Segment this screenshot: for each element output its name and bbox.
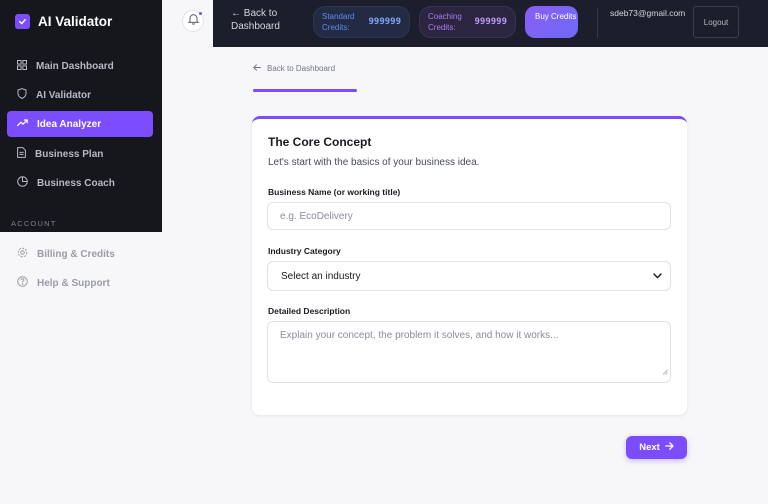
detailed-description-label: Detailed Description bbox=[268, 306, 351, 316]
sidebar-item-billing[interactable]: Billing & Credits bbox=[7, 241, 153, 267]
help-circle-icon bbox=[17, 276, 28, 290]
arrow-left-icon bbox=[253, 64, 261, 73]
sidebar-item-idea-analyzer[interactable]: Idea Analyzer bbox=[7, 111, 153, 137]
standard-credits-label: Standard Credits: bbox=[322, 12, 355, 32]
step-progress-bar bbox=[253, 89, 357, 92]
user-email: sdeb73@gmail.com bbox=[610, 8, 686, 18]
gear-icon bbox=[17, 247, 28, 261]
card-title: The Core Concept bbox=[268, 135, 372, 149]
pie-chart-icon bbox=[17, 176, 28, 190]
sidebar-item-label: Main Dashboard bbox=[36, 60, 114, 72]
standard-credits-badge: Standard Credits: 999999 bbox=[313, 6, 410, 38]
sidebar-item-business-coach[interactable]: Business Coach bbox=[7, 170, 153, 196]
sidebar-item-help[interactable]: Help & Support bbox=[7, 270, 153, 296]
back-link-label: Back to Dashboard bbox=[267, 64, 336, 73]
resize-grip-icon[interactable] bbox=[662, 362, 668, 380]
arrow-right-icon bbox=[664, 442, 674, 453]
sidebar-item-business-plan[interactable]: Business Plan bbox=[7, 141, 153, 167]
grid-icon bbox=[17, 59, 27, 73]
coaching-credits-value: 999999 bbox=[474, 17, 507, 27]
sidebar-item-label: Business Plan bbox=[35, 148, 104, 160]
logout-button[interactable]: Logout bbox=[693, 6, 739, 38]
sidebar-item-label: Idea Analyzer bbox=[37, 118, 102, 130]
sidebar-item-label: Billing & Credits bbox=[37, 248, 115, 260]
standard-credits-value: 999999 bbox=[368, 17, 401, 27]
next-button[interactable]: Next bbox=[626, 436, 687, 459]
sidebar: AI Validator Main Dashboard AI Validator… bbox=[0, 0, 162, 232]
top-bar: ← Back to Dashboard Standard Credits: 99… bbox=[213, 0, 768, 47]
trending-up-icon bbox=[17, 118, 28, 130]
description-textarea[interactable] bbox=[267, 321, 671, 383]
business-name-label: Business Name (or working title) bbox=[268, 187, 401, 197]
app-logo[interactable]: AI Validator bbox=[15, 14, 112, 29]
bell-icon bbox=[187, 12, 199, 30]
shield-icon bbox=[17, 88, 27, 102]
notification-dot bbox=[199, 12, 202, 15]
coaching-credits-label: Coaching Credits: bbox=[428, 12, 462, 32]
back-to-dashboard-top[interactable]: ← Back to Dashboard bbox=[231, 7, 295, 33]
industry-select[interactable]: Select an industry bbox=[267, 261, 671, 291]
next-label: Next bbox=[639, 442, 660, 453]
business-name-input[interactable] bbox=[267, 202, 671, 230]
buy-credits-button[interactable]: Buy Credits bbox=[525, 6, 578, 38]
card-subtitle: Let's start with the basics of your busi… bbox=[268, 157, 480, 168]
sidebar-item-ai-validator[interactable]: AI Validator bbox=[7, 82, 153, 108]
back-to-dashboard-link[interactable]: Back to Dashboard bbox=[253, 64, 335, 73]
section-label-account: ACCOUNT bbox=[11, 219, 57, 228]
sidebar-item-label: AI Validator bbox=[36, 89, 92, 101]
coaching-credits-badge: Coaching Credits: 999999 bbox=[419, 6, 516, 38]
check-icon bbox=[15, 14, 30, 29]
industry-select-value: Select an industry bbox=[281, 270, 361, 282]
topbar-divider bbox=[597, 8, 598, 38]
industry-category-label: Industry Category bbox=[268, 246, 341, 256]
core-concept-card: The Core Concept Let's start with the ba… bbox=[252, 116, 687, 415]
description-wrapper bbox=[267, 321, 671, 383]
chevron-down-icon bbox=[653, 271, 662, 282]
sidebar-item-main-dashboard[interactable]: Main Dashboard bbox=[7, 53, 153, 79]
notifications-button[interactable] bbox=[182, 10, 204, 32]
document-icon bbox=[17, 147, 26, 161]
sidebar-item-label: Business Coach bbox=[37, 177, 115, 189]
sidebar-item-label: Help & Support bbox=[37, 277, 110, 289]
app-name: AI Validator bbox=[38, 14, 113, 29]
